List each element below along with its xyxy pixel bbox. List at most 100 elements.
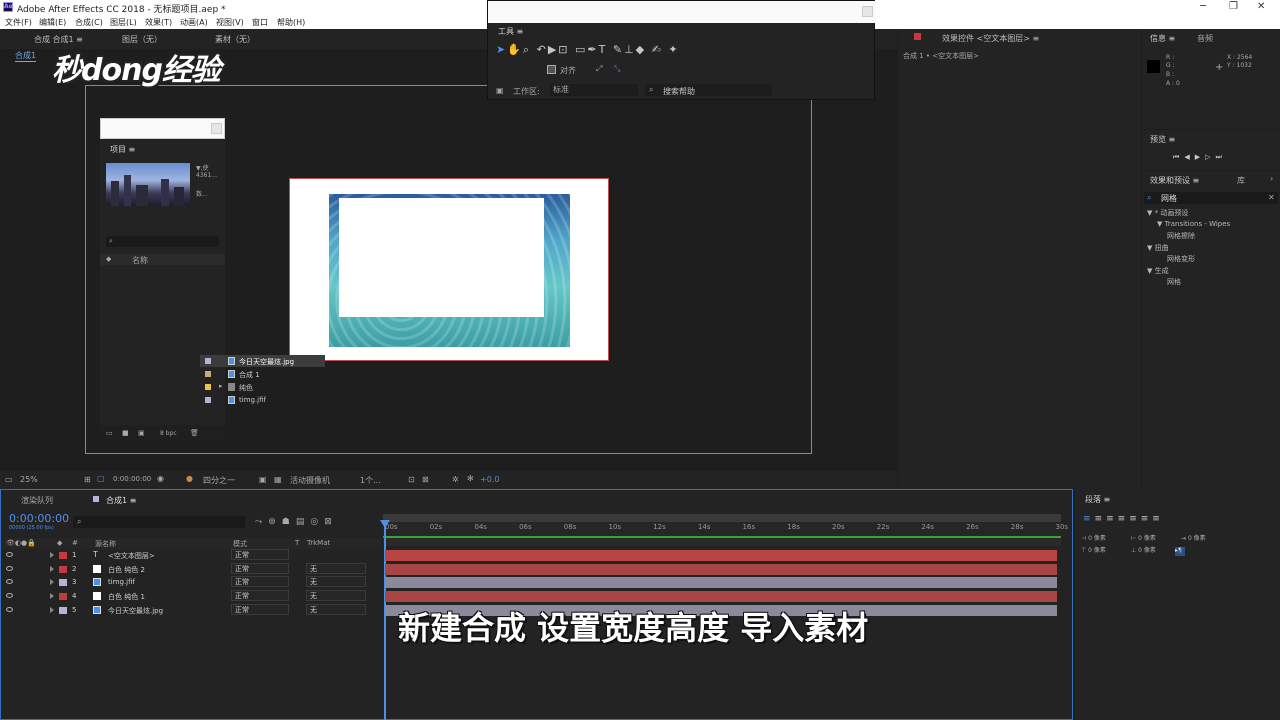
space-before-field[interactable]: ⊤ 0 像素 [1081, 545, 1106, 554]
trash-icon[interactable]: 🗑 [190, 429, 199, 437]
comp-flowchart-icon[interactable]: ⤳ [255, 517, 268, 527]
toggle-pixel-icon[interactable]: ⊡ [408, 475, 415, 484]
comp-subtab[interactable]: 合成1 [15, 50, 37, 62]
mode-select[interactable]: 正常 [231, 590, 289, 602]
layer-row[interactable]: 4 白色 纯色 1 正常 无 [1, 590, 381, 603]
fast-preview-icon[interactable]: ⊠ [422, 475, 429, 484]
menu-animation[interactable]: 动画(A) [180, 17, 208, 28]
next-frame-icon[interactable]: ▷ [1205, 153, 1215, 161]
justify-all-icon[interactable]: ≡ [1152, 514, 1164, 524]
col-source-name[interactable]: 源名称 [95, 539, 116, 549]
align-center-icon[interactable]: ≡ [1095, 514, 1107, 524]
align-left-icon[interactable]: ≡ [1083, 514, 1095, 524]
menu-file[interactable]: 文件(F) [5, 17, 32, 28]
viewer-time[interactable]: 0:00:00:00 [113, 475, 151, 483]
workspace-select[interactable]: 标准 [550, 84, 638, 96]
first-frame-icon[interactable]: ⏮ [1173, 153, 1184, 161]
interpret-footage-icon[interactable]: ▭ [106, 429, 113, 437]
label-swatch[interactable] [59, 579, 67, 587]
mode-select[interactable]: 正常 [231, 576, 289, 588]
layer-bar[interactable] [385, 591, 1057, 603]
eye-icon[interactable] [6, 579, 13, 585]
project-item[interactable]: 合成 1 [200, 368, 325, 380]
indent-right-field[interactable]: ⊢ 0 像素 [1131, 533, 1156, 542]
region-icon[interactable]: ▣ [259, 475, 267, 484]
pen-tool-icon[interactable]: ✒ [587, 43, 598, 56]
tab-audio[interactable]: 音频 [1197, 33, 1213, 44]
justify-left-icon[interactable]: ≡ [1118, 514, 1130, 524]
folder-icon[interactable]: ■ [122, 429, 129, 437]
stamp-tool-icon[interactable]: ⊥ [624, 43, 636, 56]
close-icon[interactable]: ✕ [1257, 1, 1265, 12]
project-title[interactable]: 项目 ≡ [110, 144, 135, 155]
effects-search-input[interactable]: ⌕ 网格 ✕ [1144, 192, 1278, 204]
tab-layer[interactable]: 图层（无） [122, 34, 162, 45]
tab-render-queue[interactable]: 渲染队列 [21, 495, 53, 506]
exposure-value[interactable]: +0.0 [480, 475, 499, 484]
align-right-icon[interactable]: ≡ [1106, 514, 1118, 524]
space-after-field[interactable]: ⊥ 0 像素 [1131, 545, 1156, 554]
chevron-right-icon[interactable]: › [1270, 174, 1273, 183]
effects-tree-item[interactable]: ▼ * 动画预设 [1147, 208, 1188, 218]
menu-layer[interactable]: 图层(L) [110, 17, 137, 28]
close-icon[interactable] [211, 123, 222, 134]
justify-center-icon[interactable]: ≡ [1129, 514, 1141, 524]
indent-left-field[interactable]: ⊣ 0 像素 [1081, 533, 1106, 542]
col-name[interactable]: 名称 [132, 255, 148, 266]
rectangle-tool-icon[interactable]: ▭ [575, 43, 587, 56]
label-swatch[interactable] [59, 565, 67, 573]
tab-footage[interactable]: 素材（无） [215, 34, 255, 45]
rotate-tool-icon[interactable]: ↶ [537, 43, 548, 56]
trkmat-select[interactable]: 无 [306, 562, 366, 574]
tab-info[interactable]: 信息 ≡ [1150, 33, 1175, 44]
menu-window[interactable]: 窗口 [252, 17, 268, 28]
col-mode[interactable]: 模式 [233, 539, 247, 549]
layer-bar[interactable] [385, 577, 1057, 589]
clear-search-icon[interactable]: ✕ [1268, 193, 1275, 202]
layer-row[interactable]: 5 今日天空最炫.jpg 正常 无 [1, 603, 381, 617]
menu-view[interactable]: 视图(V) [216, 17, 244, 28]
effects-tree-item[interactable]: 网格擦除 [1167, 231, 1195, 241]
comp-canvas[interactable] [289, 178, 609, 361]
effects-presets-title[interactable]: 效果和预设 ≡ [1150, 175, 1199, 186]
effects-tree-item[interactable]: ▼ 生成 [1147, 266, 1169, 276]
brush-tool-icon[interactable]: ✎ [613, 43, 624, 56]
project-item[interactable]: ▸ 纯色 [200, 381, 325, 393]
help-search-input[interactable]: ⌕ 搜索帮助 [645, 84, 772, 96]
justify-right-icon[interactable]: ≡ [1141, 514, 1153, 524]
selection-tool-icon[interactable]: ➤ [496, 43, 507, 56]
camera-tool-icon[interactable]: ▶ [548, 43, 558, 56]
preview-title[interactable]: 预览 ≡ [1150, 134, 1175, 145]
eraser-tool-icon[interactable]: ◆ [636, 43, 646, 56]
snap-icon[interactable]: ⤢ [596, 64, 602, 74]
pan-behind-icon[interactable]: ⊡ [558, 43, 569, 56]
menu-composition[interactable]: 合成(C) [75, 17, 103, 28]
maximize-icon[interactable]: ❐ [1229, 1, 1238, 12]
color-channel-icon[interactable]: ● [186, 474, 193, 483]
layer-bar[interactable] [385, 550, 1057, 561]
graph-editor-icon[interactable]: ⊠ [324, 517, 338, 527]
snap-feature-icon[interactable]: ⤡ [614, 64, 620, 74]
layer-search-input[interactable]: ⌕ [73, 516, 245, 528]
mode-select[interactable]: 正常 [231, 549, 289, 560]
expand-arrow-icon[interactable] [50, 579, 54, 586]
trkmat-select[interactable]: 无 [306, 603, 366, 615]
puppet-tool-icon[interactable]: ✦ [668, 43, 679, 56]
menu-help[interactable]: 帮助(H) [277, 17, 305, 28]
expand-arrow-icon[interactable] [50, 606, 54, 613]
type-tool-icon[interactable]: T [599, 43, 608, 56]
layer-row[interactable]: 2 白色 纯色 2 正常 无 [1, 562, 381, 576]
trkmat-select[interactable]: 无 [306, 590, 366, 602]
expand-arrow-icon[interactable] [50, 565, 54, 572]
effects-tree-item[interactable]: 网格变形 [1167, 254, 1195, 264]
paragraph-title[interactable]: 段落 ≡ [1085, 494, 1110, 505]
reset-exposure-icon[interactable]: ✻ [467, 474, 474, 483]
shy-icon[interactable]: ☗ [282, 517, 296, 527]
roto-brush-icon[interactable]: ✍ [652, 43, 663, 56]
align-checkbox[interactable] [547, 65, 556, 74]
snapshot-icon[interactable]: ◉ [157, 474, 164, 483]
play-icon[interactable]: ▶ [1195, 153, 1205, 161]
hand-tool-icon[interactable]: ✋ [507, 43, 523, 56]
expand-arrow-icon[interactable] [50, 593, 54, 600]
resolution-select[interactable]: 四分之一 [203, 475, 235, 486]
